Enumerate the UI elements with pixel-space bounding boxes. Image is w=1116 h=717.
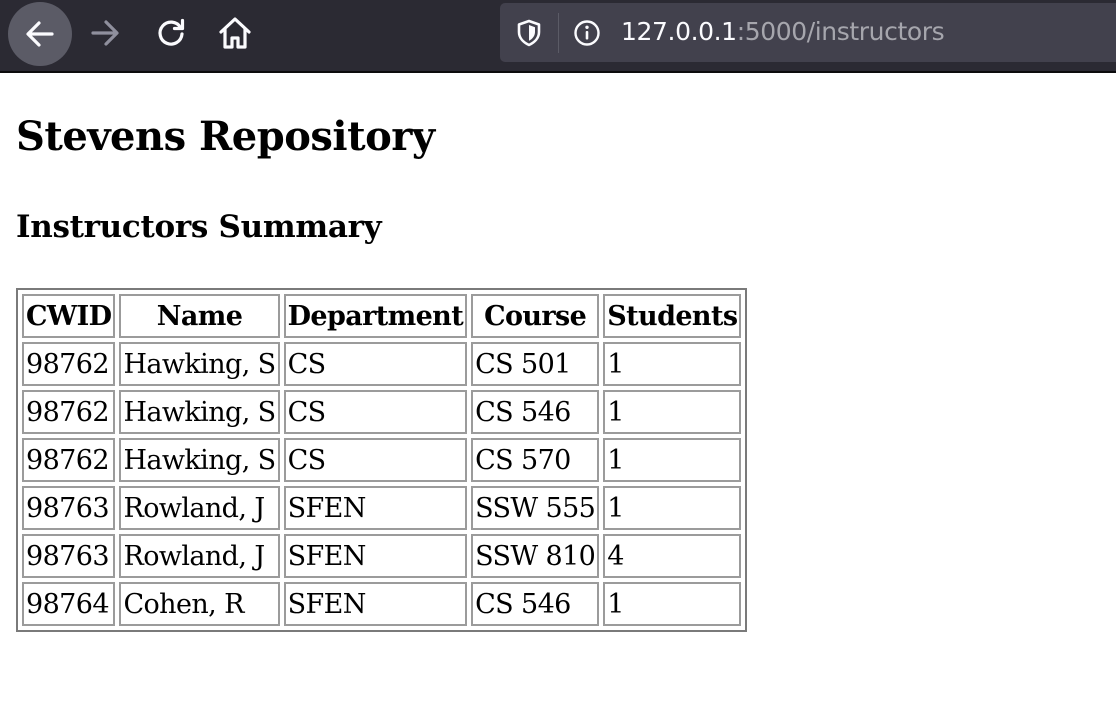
cell-name: Hawking, S xyxy=(119,438,280,482)
tracking-protection-button[interactable] xyxy=(514,18,544,48)
table-header-row: CWID Name Department Course Students xyxy=(22,294,742,338)
cell-cwid: 98762 xyxy=(22,390,116,434)
table-row: 98763 Rowland, J SFEN SSW 810 4 xyxy=(22,534,742,578)
cell-cwid: 98764 xyxy=(22,582,116,626)
cell-name: Cohen, R xyxy=(119,582,280,626)
info-icon xyxy=(574,20,600,46)
cell-cwid: 98762 xyxy=(22,438,116,482)
page-subtitle: Instructors Summary xyxy=(16,209,382,245)
cell-students: 1 xyxy=(603,486,742,530)
cell-course: CS 546 xyxy=(471,390,600,434)
header-students: Students xyxy=(603,294,742,338)
cell-students: 1 xyxy=(603,390,742,434)
instructors-table: CWID Name Department Course Students 987… xyxy=(16,288,748,632)
cell-department: SFEN xyxy=(283,534,468,578)
cell-course: CS 501 xyxy=(471,342,600,386)
cell-department: SFEN xyxy=(283,582,468,626)
cell-course: CS 546 xyxy=(471,582,600,626)
cell-department: CS xyxy=(283,438,468,482)
header-name: Name xyxy=(119,294,280,338)
reload-button[interactable] xyxy=(146,10,196,56)
url-path: :5000/instructors xyxy=(736,17,945,46)
cell-department: CS xyxy=(283,342,468,386)
cell-course: SSW 810 xyxy=(471,534,600,578)
url-bar-divider xyxy=(558,13,559,53)
forward-button[interactable] xyxy=(80,10,130,56)
shield-icon xyxy=(517,19,541,47)
site-info-button[interactable] xyxy=(572,18,602,48)
cell-students: 1 xyxy=(603,582,742,626)
page-title: Stevens Repository xyxy=(16,113,435,160)
header-department: Department xyxy=(283,294,468,338)
url-host: 127.0.0.1 xyxy=(621,17,737,46)
cell-department: SFEN xyxy=(283,486,468,530)
cell-students: 1 xyxy=(603,342,742,386)
table-row: 98762 Hawking, S CS CS 570 1 xyxy=(22,438,742,482)
table-row: 98764 Cohen, R SFEN CS 546 1 xyxy=(22,582,742,626)
home-icon xyxy=(219,17,251,49)
home-button[interactable] xyxy=(210,10,260,56)
cell-department: CS xyxy=(283,390,468,434)
table-row: 98763 Rowland, J SFEN SSW 555 1 xyxy=(22,486,742,530)
back-button[interactable] xyxy=(8,2,72,66)
cell-students: 4 xyxy=(603,534,742,578)
browser-toolbar: 127.0.0.1:5000/instructors xyxy=(0,0,1116,73)
url-bar[interactable]: 127.0.0.1:5000/instructors xyxy=(500,3,1116,62)
table-row: 98762 Hawking, S CS CS 546 1 xyxy=(22,390,742,434)
url-text[interactable]: 127.0.0.1:5000/instructors xyxy=(621,15,945,49)
cell-students: 1 xyxy=(603,438,742,482)
cell-cwid: 98763 xyxy=(22,486,116,530)
arrow-right-icon xyxy=(91,20,119,46)
cell-cwid: 98763 xyxy=(22,534,116,578)
header-course: Course xyxy=(471,294,600,338)
cell-name: Rowland, J xyxy=(119,534,280,578)
reload-icon xyxy=(158,18,185,46)
cell-course: CS 570 xyxy=(471,438,600,482)
header-cwid: CWID xyxy=(22,294,116,338)
cell-name: Hawking, S xyxy=(119,390,280,434)
cell-cwid: 98762 xyxy=(22,342,116,386)
arrow-left-icon xyxy=(26,21,54,47)
table-row: 98762 Hawking, S CS CS 501 1 xyxy=(22,342,742,386)
cell-name: Hawking, S xyxy=(119,342,280,386)
cell-name: Rowland, J xyxy=(119,486,280,530)
cell-course: SSW 555 xyxy=(471,486,600,530)
